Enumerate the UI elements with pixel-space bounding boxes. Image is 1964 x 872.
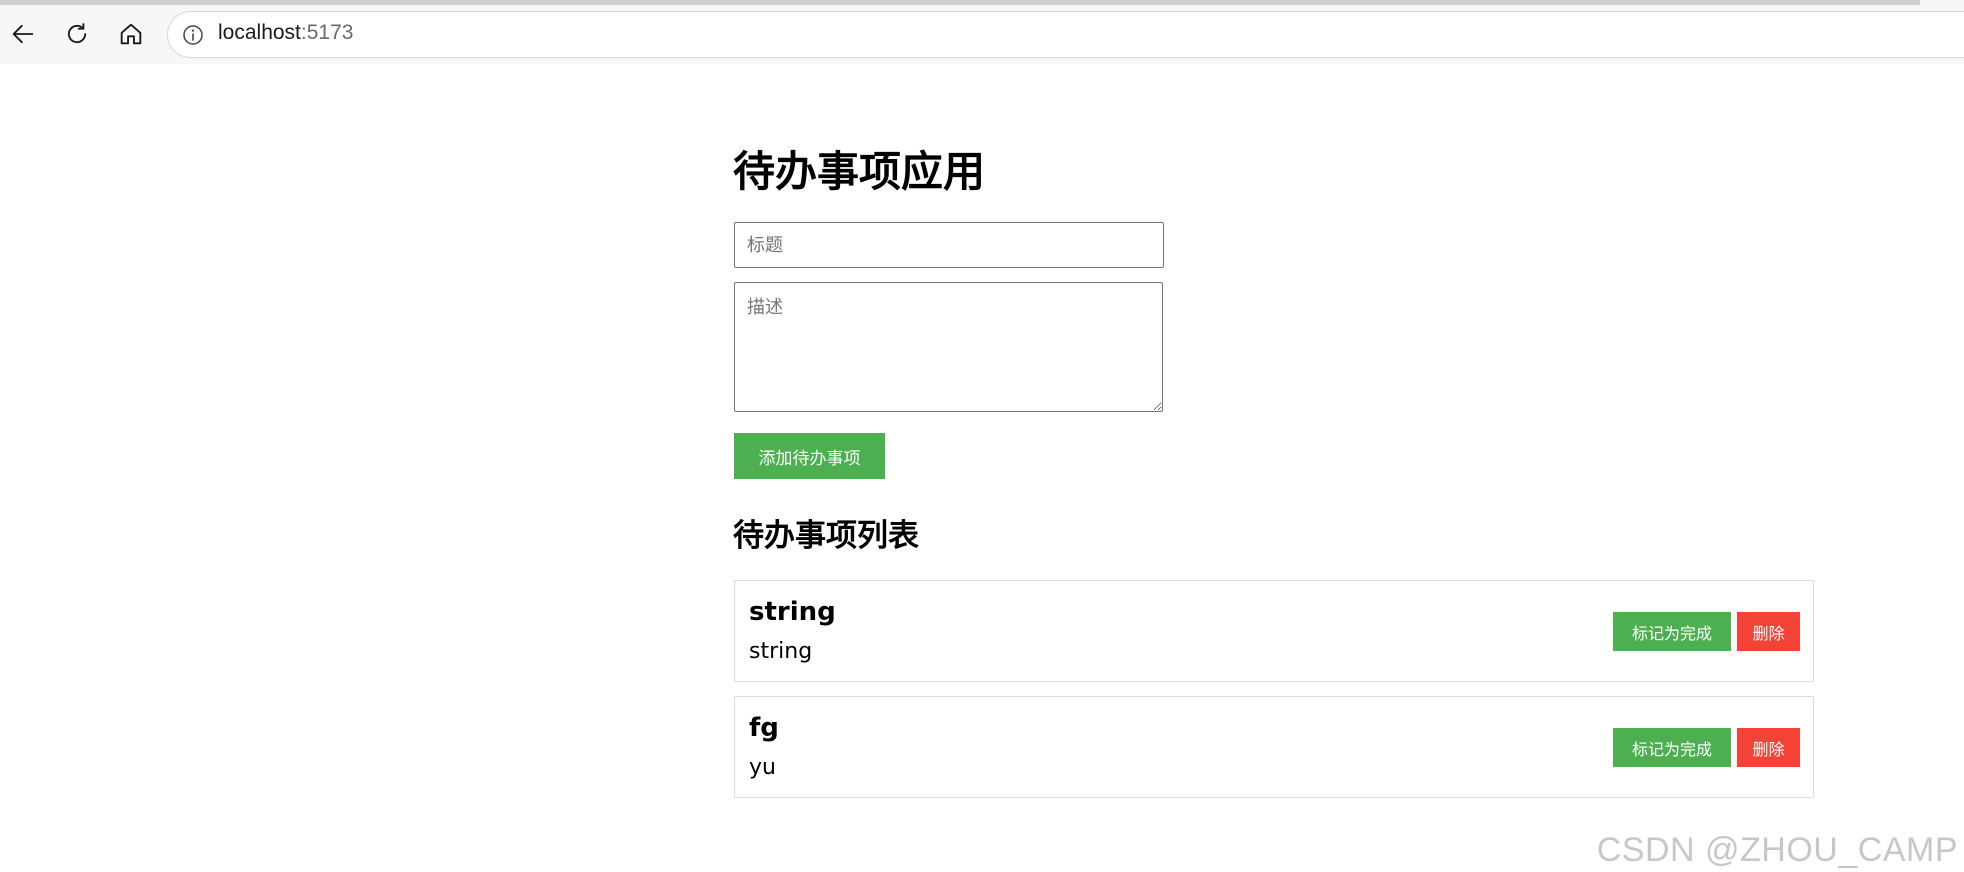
page-content: 待办事项应用 添加待办事项 待办事项列表 string string 标记为完成… xyxy=(0,64,1964,872)
back-button[interactable] xyxy=(3,14,43,54)
address-bar[interactable]: localhost:5173 xyxy=(167,11,1964,58)
back-arrow-icon xyxy=(12,24,34,44)
watermark: CSDN @ZHOU_CAMP xyxy=(1596,831,1958,869)
info-icon[interactable] xyxy=(181,23,205,47)
add-todo-button[interactable]: 添加待办事项 xyxy=(734,433,885,479)
todo-list-heading: 待办事项列表 xyxy=(733,518,919,554)
reload-icon xyxy=(67,23,87,44)
title-input[interactable] xyxy=(734,222,1164,268)
home-button[interactable] xyxy=(111,14,151,54)
todo-item: fg yu 标记为完成 删除 xyxy=(734,696,1814,798)
delete-button[interactable]: 删除 xyxy=(1737,728,1800,767)
reload-button[interactable] xyxy=(57,14,97,54)
home-icon xyxy=(120,23,142,45)
browser-toolbar: localhost:5173 xyxy=(0,0,1964,64)
todo-title: fg xyxy=(749,713,779,743)
tab-strip-edge xyxy=(0,0,1920,5)
description-input[interactable] xyxy=(734,282,1163,412)
todo-item: string string 标记为完成 删除 xyxy=(734,580,1814,682)
mark-complete-button[interactable]: 标记为完成 xyxy=(1613,612,1731,651)
url-text[interactable]: localhost:5173 xyxy=(218,21,353,45)
url-host: localhost xyxy=(218,21,301,44)
url-port: :5173 xyxy=(300,21,354,44)
mark-complete-button[interactable]: 标记为完成 xyxy=(1613,728,1731,767)
page-title: 待办事项应用 xyxy=(733,147,986,196)
todo-description: string xyxy=(749,639,813,664)
todo-description: yu xyxy=(749,755,776,780)
delete-button[interactable]: 删除 xyxy=(1737,612,1800,651)
todo-title: string xyxy=(749,597,836,627)
